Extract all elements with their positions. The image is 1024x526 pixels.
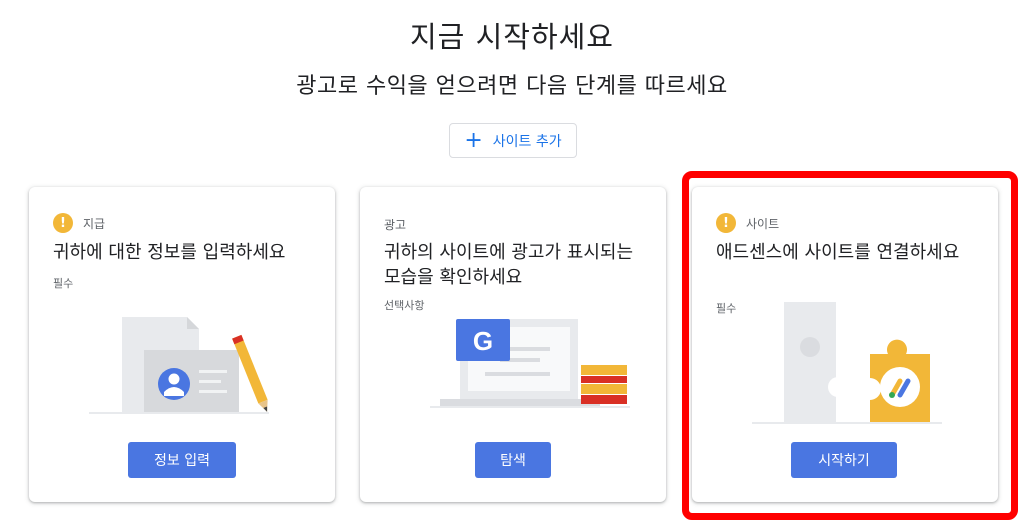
card-tag-label: 광고 (384, 218, 407, 232)
card-tag: 광고 (384, 216, 406, 233)
add-site-label: 사이트 추가 (492, 133, 562, 150)
card-tag-label: 지급 (83, 216, 106, 231)
card-tag: ! 지급 (53, 213, 105, 233)
card-ad-preview: 광고 귀하의 사이트에 광고가 표시되는 모습을 확인하세요 선택사항 G 탐색 (360, 187, 666, 502)
page-subtitle: 광고로 수익을 얻으려면 다음 단계를 따르세요 (296, 74, 728, 99)
card-connect-site: ! 사이트 애드센스에 사이트를 연결하세요 필수 시작하기 (692, 187, 998, 502)
card-tag-label: 사이트 (746, 216, 780, 231)
enter-info-button[interactable]: 정보 입력 (128, 442, 236, 478)
card-tag: ! 사이트 (716, 213, 779, 233)
id-card-illustration (89, 317, 269, 414)
get-started-button[interactable]: 시작하기 (791, 442, 897, 478)
page-title: 지금 시작하세요 (410, 20, 614, 54)
plus-icon: + (464, 127, 483, 153)
card-payment-info: ! 지급 귀하에 대한 정보를 입력하세요 필수 정보 입력 (29, 187, 335, 502)
puzzle-illustration (752, 302, 942, 424)
card-title: 애드센스에 사이트를 연결하세요 (716, 242, 960, 263)
card-title: 귀하에 대한 정보를 입력하세요 (53, 242, 286, 263)
explore-button[interactable]: 탐색 (475, 442, 551, 478)
add-site-button[interactable]: + 사이트 추가 (449, 123, 577, 158)
card-requirement: 필수 (53, 277, 74, 290)
warning-icon: ! (53, 213, 73, 233)
warning-icon: ! (716, 213, 736, 233)
card-title: 귀하의 사이트에 광고가 표시되는 모습을 확인하세요 (384, 242, 634, 288)
page: 지금 시작하세요 광고로 수익을 얻으려면 다음 단계를 따르세요 + 사이트 … (0, 0, 1024, 526)
laptop-illustration: G (430, 319, 630, 408)
svg-text:G: G (473, 326, 493, 356)
